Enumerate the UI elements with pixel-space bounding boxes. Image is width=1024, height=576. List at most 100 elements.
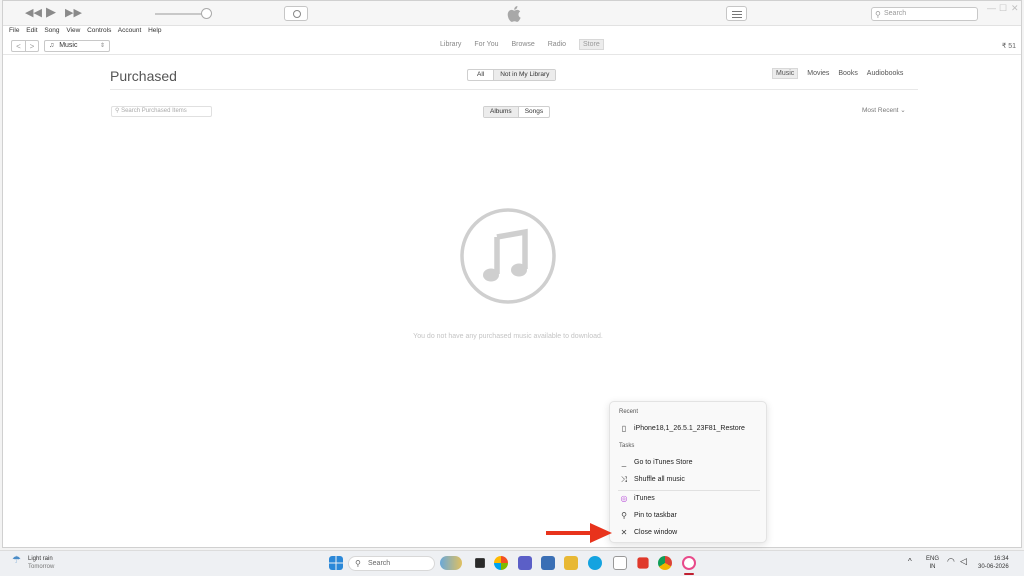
store-app-icon[interactable] [541,556,555,570]
tab-browse[interactable]: Browse [511,41,534,48]
volume-slider-knob[interactable] [201,8,212,19]
purchased-search-input[interactable]: ⚲ Search Purchased Items [111,106,212,117]
pin-label: Pin to taskbar [634,512,677,519]
copilot-icon[interactable] [494,556,508,570]
fast-forward-icon[interactable]: ▶▶ [65,6,82,20]
rewind-icon[interactable]: ◀◀ [25,6,42,20]
tasks-header: Tasks [619,443,635,449]
purchased-search-placeholder: Search Purchased Items [121,108,187,114]
forward-button[interactable]: > [25,41,38,52]
category-audiobooks[interactable]: Audiobooks [867,70,904,77]
language-indicator[interactable]: ENG IN [926,555,939,571]
tab-radio[interactable]: Radio [548,41,566,48]
minimize-button[interactable]: — [987,3,996,13]
itunes-taskbar-icon[interactable] [682,556,696,570]
task-store-label: Go to iTunes Store [634,459,693,466]
recent-item-label: iPhone18,1_26.5.1_23F81_Restore [634,425,745,432]
task-view-icon[interactable] [475,558,485,568]
menu-edit[interactable]: Edit [26,27,37,34]
task-shuffle-music[interactable]: ⤨ Shuffle all music [610,473,766,487]
taskbar-jump-list: Recent ▯ iPhone18,1_26.5.1_23F81_Restore… [609,401,767,543]
filter-not-in-library[interactable]: Not in My Library [493,70,556,80]
pin-to-taskbar-item[interactable]: ⚲ Pin to taskbar [610,509,766,523]
apple-logo-icon [507,6,521,22]
airplay-button[interactable] [284,6,308,21]
store-search-input[interactable]: ⚲ Search [871,7,978,21]
empty-state-message: You do not have any purchased music avai… [413,333,603,340]
chrome-icon[interactable] [658,556,672,570]
volume-icon[interactable]: ◁ [960,557,967,566]
itunes-active-indicator [684,573,694,575]
taskbar-search-label: Search [368,560,391,567]
close-button[interactable]: ✕ [1011,3,1019,14]
category-music[interactable]: Music [772,68,799,79]
library-filter-segmented: All Not in My Library [467,69,557,81]
search-icon: ⚲ [115,108,120,114]
jump-list-divider [618,490,760,491]
media-kind-label: Music [59,42,78,49]
menu-account[interactable]: Account [118,27,142,34]
skype-icon[interactable] [588,556,602,570]
menu-controls[interactable]: Controls [87,27,111,34]
open-itunes-item[interactable]: ◎ iTunes [610,492,766,506]
itunes-app-icon: ◎ [620,494,628,503]
wifi-icon[interactable]: ◠ [947,557,955,566]
volume-slider-track[interactable] [155,13,207,15]
music-note-icon: ♫ [49,42,55,49]
tab-store[interactable]: Store [579,39,604,50]
sort-dropdown[interactable]: Most Recent ⌄ [862,106,906,114]
weather-widget[interactable]: ☂ Light rain Tomorrow [12,555,54,571]
file-explorer-icon[interactable] [564,556,578,570]
menu-song[interactable]: Song [44,27,59,34]
purchase-categories: Music Movies Books Audiobooks [772,68,904,79]
up-next-list-button[interactable] [726,6,747,21]
paint-icon[interactable] [637,557,649,569]
recent-item-restore[interactable]: ▯ iPhone18,1_26.5.1_23F81_Restore [610,422,766,436]
menu-help[interactable]: Help [148,27,161,34]
back-button[interactable]: < [12,41,25,52]
view-albums[interactable]: Albums [484,107,518,117]
windows-taskbar: ☂ Light rain Tomorrow ⚲ Search ^ ENG IN … [0,550,1024,576]
pin-icon: ⚲ [621,511,627,520]
menu-view[interactable]: View [66,27,80,34]
notepad-icon[interactable] [613,556,627,570]
itunes-music-icon [460,208,556,304]
tab-library[interactable]: Library [440,41,461,48]
search-icon: ⚲ [875,10,881,19]
maximize-button[interactable]: ☐ [999,3,1007,14]
language-code: ENG [926,556,940,562]
windows-start-icon[interactable] [329,556,343,570]
search-icon: ⚲ [355,559,361,568]
close-window-item[interactable]: ✕ Close window [610,526,766,540]
store-icon: _ [621,458,627,467]
file-icon: ▯ [621,424,627,433]
shuffle-icon: ⤨ [620,475,628,484]
task-go-to-store[interactable]: _ Go to iTunes Store [610,456,766,470]
close-icon: ✕ [620,528,628,537]
player-toolbar: ◀◀ ▶ ▶▶ ⚲ Search — ☐ ✕ [3,1,1021,26]
close-window-label: Close window [634,529,678,536]
tab-for-you[interactable]: For You [474,41,498,48]
category-movies[interactable]: Movies [807,70,829,77]
region-code: IN [929,564,936,570]
category-books[interactable]: Books [838,70,857,77]
history-arrows: < > [11,40,39,52]
view-songs[interactable]: Songs [517,107,549,117]
filter-all[interactable]: All [468,70,493,80]
chevron-up-icon[interactable]: ^ [908,558,912,566]
task-shuffle-label: Shuffle all music [634,476,685,483]
section-tabs: Library For You Browse Radio Store [440,39,615,50]
view-mode-segmented: Albums Songs [483,106,551,118]
clock-date: 30-06-2026 [978,564,1009,570]
play-icon[interactable]: ▶ [46,5,56,19]
chevron-updown-icon: ⇕ [99,43,105,49]
search-highlight-icon[interactable] [440,556,462,570]
taskbar-search[interactable]: ⚲ Search [348,556,435,571]
clock[interactable]: 16:34 30-06-2026 [978,555,1009,571]
menu-file[interactable]: File [9,27,19,34]
recent-header: Recent [619,409,639,415]
media-kind-select[interactable]: ♫ Music ⇕ [44,40,110,52]
teams-icon[interactable] [518,556,532,570]
navigation-bar: < > ♫ Music ⇕ Library For You Browse Radi… [3,38,1021,55]
menu-bar: File Edit Song View Controls Account Hel… [9,27,166,37]
